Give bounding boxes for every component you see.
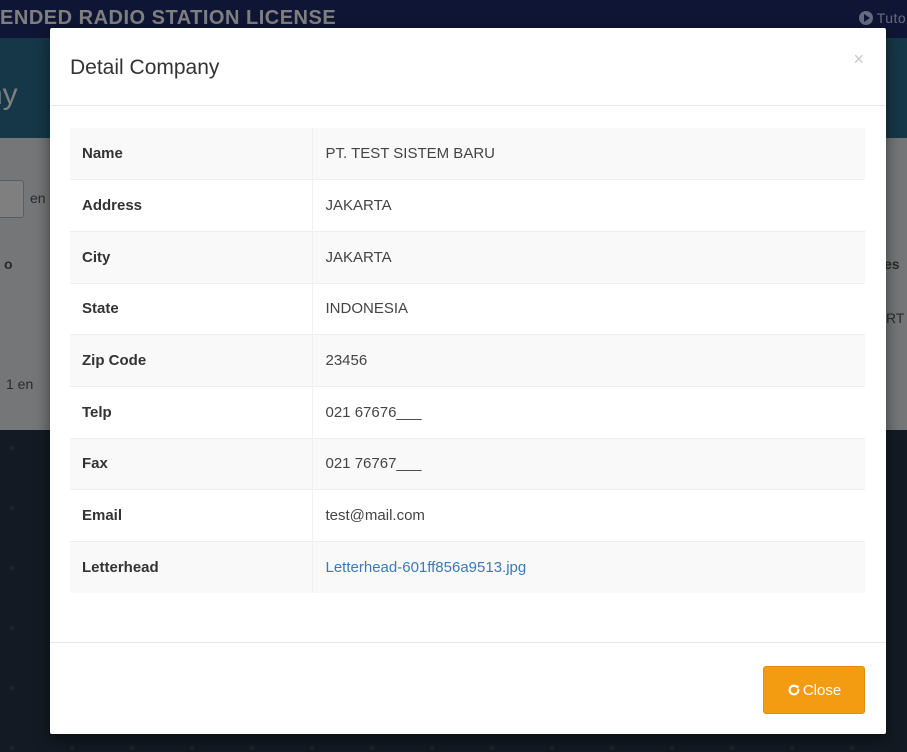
row-label-address: Address bbox=[70, 179, 313, 232]
refresh-icon bbox=[788, 684, 800, 696]
row-label-zip-code: Zip Code bbox=[70, 334, 313, 387]
row-value-zip-code: 23456 bbox=[312, 334, 865, 387]
table-row: City JAKARTA bbox=[70, 230, 865, 284]
table-row: Zip Code 23456 bbox=[70, 334, 865, 387]
modal-header: Detail Company × bbox=[50, 28, 886, 106]
row-value-letterhead: Letterhead-601ff856a9513.jpg bbox=[312, 541, 865, 594]
row-value-fax: 021 76767___ bbox=[312, 437, 865, 490]
row-value-address: JAKARTA bbox=[312, 179, 865, 232]
close-button-label: Close bbox=[802, 681, 842, 699]
row-label-email: Email bbox=[70, 489, 313, 542]
letterhead-file-link[interactable]: Letterhead-601ff856a9513.jpg bbox=[326, 559, 527, 576]
table-row: Telp 021 67676___ bbox=[70, 385, 865, 439]
table-row: Fax 021 76767___ bbox=[70, 437, 865, 490]
row-value-email: test@mail.com bbox=[312, 489, 865, 542]
row-value-name: PT. TEST SISTEM BARU bbox=[312, 128, 865, 180]
table-row: Address JAKARTA bbox=[70, 179, 865, 232]
modal-body: Name PT. TEST SISTEM BARU Address JAKART… bbox=[70, 128, 866, 594]
row-label-letterhead: Letterhead bbox=[70, 541, 313, 594]
row-label-state: State bbox=[70, 282, 313, 335]
modal-title: Detail Company bbox=[70, 56, 220, 79]
row-label-telp: Telp bbox=[70, 385, 313, 439]
close-icon[interactable]: × bbox=[853, 50, 864, 68]
row-value-city: JAKARTA bbox=[312, 230, 865, 284]
company-detail-table: Name PT. TEST SISTEM BARU Address JAKART… bbox=[70, 128, 865, 594]
table-row: Name PT. TEST SISTEM BARU bbox=[70, 128, 865, 180]
row-label-city: City bbox=[70, 230, 313, 284]
row-label-name: Name bbox=[70, 128, 313, 180]
row-value-telp: 021 67676___ bbox=[312, 385, 865, 439]
table-row: Email test@mail.com bbox=[70, 489, 865, 542]
row-label-fax: Fax bbox=[70, 437, 313, 490]
company-detail-modal: Detail Company × Name PT. TEST SISTEM BA… bbox=[50, 28, 886, 734]
close-button[interactable]: Close bbox=[763, 666, 865, 714]
modal-footer: Close bbox=[50, 642, 886, 734]
table-row: State INDONESIA bbox=[70, 282, 865, 335]
table-row: Letterhead Letterhead-601ff856a9513.jpg bbox=[70, 541, 865, 594]
row-value-state: INDONESIA bbox=[312, 282, 865, 335]
